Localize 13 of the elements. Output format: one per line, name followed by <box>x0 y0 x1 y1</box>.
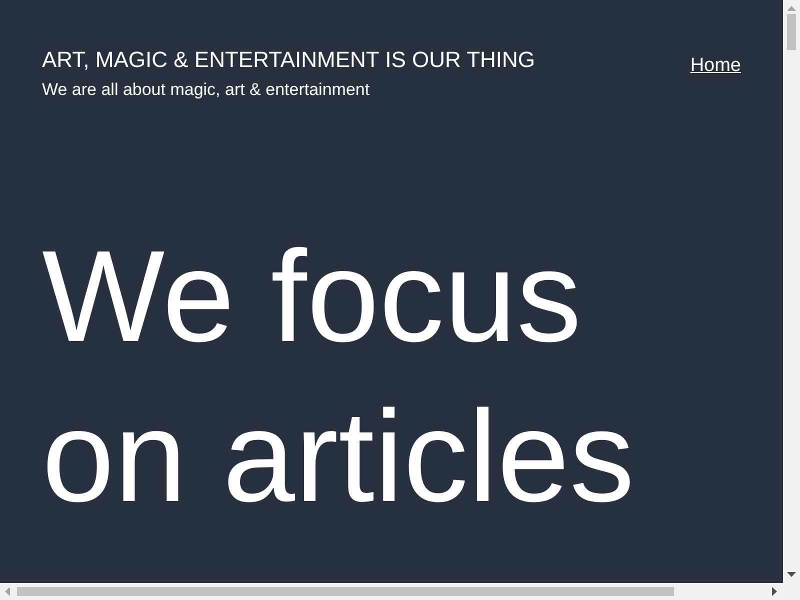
scroll-left-icon[interactable] <box>5 587 10 596</box>
hero-heading-line: on articles <box>42 382 636 531</box>
scrollbar-thumb[interactable] <box>17 587 674 596</box>
scroll-up-icon[interactable] <box>787 6 796 11</box>
vertical-scrollbar[interactable] <box>783 0 800 583</box>
site-title: ART, MAGIC & ENTERTAINMENT IS OUR THING <box>42 46 536 74</box>
site-tagline: We are all about magic, art & entertainment <box>42 79 371 101</box>
nav-link[interactable]: Home <box>690 54 741 102</box>
scroll-right-icon[interactable] <box>772 587 777 596</box>
scroll-down-icon[interactable] <box>787 572 796 577</box>
hero-heading-line: We focus <box>42 222 582 371</box>
scrollbar-thumb[interactable] <box>787 14 796 50</box>
horizontal-scrollbar[interactable] <box>0 583 800 600</box>
